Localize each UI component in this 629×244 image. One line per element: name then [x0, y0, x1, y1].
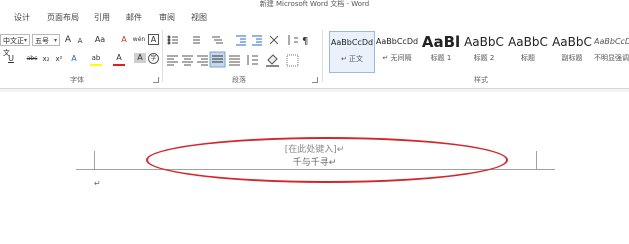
borders-icon[interactable] [286, 54, 299, 67]
font-dialog-launcher-icon[interactable] [153, 77, 159, 83]
shrink-font-icon[interactable]: A [74, 36, 86, 46]
ribbon: 中文正文 ▾ 五号 ▾ A A Aa A wén A U abc x₂ x² A… [0, 26, 629, 89]
style-sample: AaBl [421, 33, 461, 51]
paragraph-dialog-launcher-icon[interactable] [312, 77, 318, 83]
tab-mailings[interactable]: 邮件 [126, 12, 142, 23]
tab-view[interactable]: 视图 [191, 12, 207, 23]
style-name: 标题 [521, 54, 535, 62]
align-left-icon[interactable] [167, 55, 178, 66]
style-sample: AaBbC [552, 35, 592, 49]
phonetic-guide-icon[interactable]: wén [132, 35, 146, 45]
style-name: ↵ 无间隔 [382, 54, 412, 62]
line-spacing-icon[interactable] [247, 55, 258, 65]
font-group-label: 字体 [70, 76, 84, 84]
distributed-icon[interactable] [229, 55, 240, 66]
font-color-bar [113, 64, 125, 66]
styles-group-label: 样式 [474, 76, 488, 84]
style-heading-2[interactable]: AaBbC 标题 2 [462, 31, 506, 71]
align-right-icon[interactable] [197, 55, 208, 66]
shading-icon[interactable] [266, 54, 279, 67]
style-name: 不明显强调 [594, 54, 629, 62]
underline-button[interactable]: U [5, 54, 17, 64]
highlight-icon[interactable]: ab [90, 53, 102, 63]
grow-font-icon[interactable]: A [62, 35, 74, 45]
group-separator [162, 30, 163, 82]
chinese-layout-icon[interactable] [269, 35, 279, 45]
decrease-indent-icon[interactable] [236, 35, 246, 46]
strikethrough-button[interactable]: abc [24, 54, 40, 64]
style-sample: AaBbC [464, 35, 504, 49]
style-subtitle[interactable]: AaBbC 副标题 [550, 31, 594, 71]
clear-format-icon[interactable]: A [118, 35, 130, 45]
multilevel-list-icon[interactable] [212, 36, 223, 44]
paragraph-tools: ¶ [167, 35, 308, 68]
style-subtle-emphasis[interactable]: AaBbCcDd 不明显强调 [594, 31, 629, 71]
ribbon-tabs: 设计 页面布局 引用 邮件 审阅 视图 [0, 9, 629, 25]
document-top-gutter [0, 89, 629, 92]
change-case-button[interactable]: Aa [92, 35, 108, 45]
group-separator [322, 30, 323, 82]
style-name: ↵ 正文 [340, 55, 364, 63]
style-sample: AaBbC [508, 35, 548, 49]
chevron-down-icon: ▾ [23, 37, 27, 44]
sort-icon[interactable] [288, 35, 298, 45]
bullets-icon[interactable] [167, 35, 178, 45]
superscript-button[interactable]: x² [53, 54, 65, 64]
style-name: 标题 2 [473, 54, 495, 62]
tab-page-layout[interactable]: 页面布局 [47, 12, 79, 23]
svg-text:¶: ¶ [302, 36, 308, 47]
font-size-value: 五号 [35, 37, 49, 45]
justify-icon[interactable] [209, 51, 226, 68]
font-color-icon[interactable]: A [113, 53, 125, 63]
increase-indent-icon[interactable] [252, 35, 262, 46]
style-heading-1[interactable]: AaBl 标题 1 [419, 31, 463, 71]
subscript-button[interactable]: x₂ [40, 54, 52, 64]
tab-review[interactable]: 审阅 [159, 12, 175, 23]
highlight-ellipse [146, 137, 508, 183]
tab-references[interactable]: 引用 [94, 12, 110, 23]
style-title[interactable]: AaBbC 标题 [506, 31, 550, 71]
show-marks-icon[interactable]: ¶ [302, 36, 308, 47]
style-sample: AaBbCcDd [594, 37, 629, 46]
style-no-spacing[interactable]: AaBbCcDd ↵ 无间隔 [375, 31, 419, 71]
char-shading-icon[interactable]: A [134, 53, 146, 63]
style-name: 副标题 [561, 54, 583, 62]
window-title: 新建 Microsoft Word 文档 - Word [259, 0, 370, 8]
style-normal[interactable]: AaBbCcDd ↵ 正文 [329, 31, 375, 73]
style-sample: AaBbCcDd [330, 38, 374, 47]
highlight-color-bar [90, 64, 102, 66]
paragraph-mark: ↵ [94, 179, 101, 188]
numbering-icon[interactable] [193, 36, 200, 44]
font-name-combo[interactable]: 中文正文 ▾ [0, 34, 30, 57]
style-name: 标题 1 [430, 54, 452, 62]
font-size-combo[interactable]: 五号 ▾ [32, 34, 60, 46]
style-sample: AaBbCcDd [375, 37, 419, 46]
char-border-icon[interactable]: A [148, 34, 159, 45]
tab-design[interactable]: 设计 [14, 12, 30, 23]
chevron-down-icon: ▾ [53, 37, 57, 44]
paragraph-group-label: 段落 [232, 76, 246, 84]
align-center-icon[interactable] [182, 55, 193, 66]
text-effect-icon[interactable]: A [68, 54, 80, 64]
enclose-char-icon[interactable]: 字 [148, 53, 159, 64]
